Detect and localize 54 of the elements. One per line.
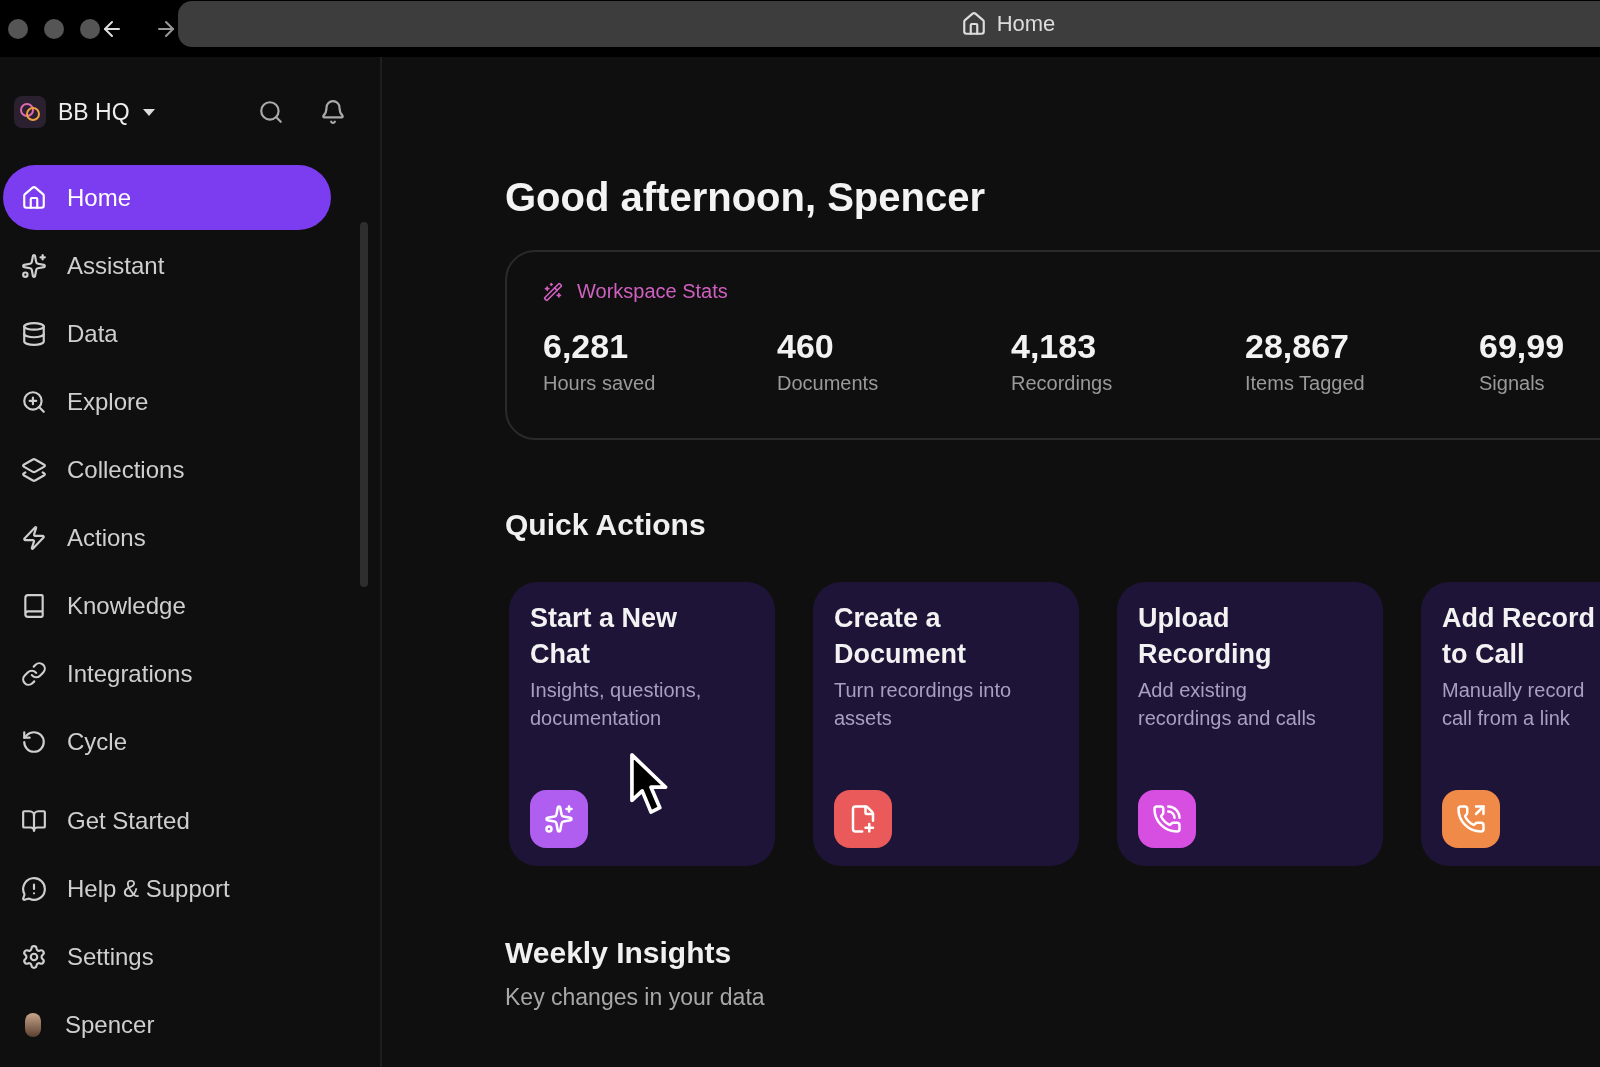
card-description: Add existing recordings and calls bbox=[1138, 678, 1316, 731]
sidebar-item[interactable]: Spencer bbox=[3, 992, 331, 1057]
section-title: Weekly Insights bbox=[505, 936, 733, 970]
settings-icon bbox=[21, 943, 47, 970]
stat-label: Items Tagged bbox=[1245, 372, 1366, 395]
wand-icon bbox=[543, 281, 563, 302]
stat-value: 28,867 bbox=[1245, 327, 1350, 366]
card-title: Start a New Chat bbox=[530, 602, 678, 671]
sidebar-item[interactable]: Settings bbox=[3, 924, 331, 989]
sidebar-item[interactable]: Actions bbox=[3, 505, 331, 570]
stat-value: 460 bbox=[777, 327, 835, 366]
card-description: Manually record call from a link bbox=[1442, 678, 1585, 731]
stat-value: 4,183 bbox=[1011, 327, 1098, 366]
avatar-icon bbox=[25, 1012, 41, 1037]
card-title: Create a Document bbox=[834, 602, 966, 671]
sidebar-item[interactable]: Collections bbox=[3, 437, 331, 502]
quick-action-card[interactable]: Add Record to Call Manually record call from a link bbox=[1421, 582, 1600, 866]
bell-icon[interactable] bbox=[320, 99, 346, 125]
card-title: Add Record to Call bbox=[1442, 602, 1595, 671]
quick-action-card[interactable]: Upload Recording Add existing recordings and calls bbox=[1117, 582, 1383, 866]
window-control[interactable] bbox=[44, 18, 64, 39]
sidebar-item[interactable]: Data bbox=[3, 301, 331, 366]
stat-label: Recordings bbox=[1011, 372, 1114, 395]
stat-label: Signals bbox=[1479, 372, 1546, 395]
stat-label: Documents bbox=[777, 372, 880, 395]
card-description: Turn recordings into assets bbox=[834, 678, 1012, 731]
home-icon bbox=[960, 10, 987, 37]
workspace-logo-icon bbox=[14, 96, 46, 128]
scrollbar[interactable] bbox=[360, 222, 368, 587]
stats-title: Workspace Stats bbox=[577, 280, 728, 303]
search-icon[interactable] bbox=[258, 99, 284, 125]
sidebar-item[interactable]: Home bbox=[3, 165, 331, 230]
home-icon bbox=[21, 184, 47, 211]
stat-value: 69,99 bbox=[1479, 327, 1566, 366]
sidebar-item[interactable]: Explore bbox=[3, 369, 331, 434]
stat-value: 6,281 bbox=[543, 327, 630, 366]
workspace-name[interactable]: BB HQ bbox=[58, 98, 130, 126]
window-control[interactable] bbox=[8, 18, 28, 39]
section-subtitle: Key changes in your data bbox=[505, 984, 766, 1011]
sidebar-item[interactable]: Cycle bbox=[3, 709, 331, 774]
sidebar-item[interactable]: Knowledge bbox=[3, 573, 331, 638]
sidebar-item[interactable]: Assistant bbox=[3, 233, 331, 298]
sidebar-item[interactable]: Get Started bbox=[3, 788, 331, 853]
quick-action-card[interactable]: Start a New Chat Insights, questions, documentation bbox=[509, 582, 775, 866]
stat-label: Hours saved bbox=[543, 372, 657, 395]
quick-action-card[interactable]: Create a Document Turn recordings into assets bbox=[813, 582, 1079, 866]
greeting: Good afternoon, Spencer bbox=[505, 175, 987, 220]
address-bar[interactable]: Home bbox=[178, 0, 1600, 47]
section-title: Quick Actions bbox=[505, 508, 707, 542]
sidebar-item[interactable]: Help & Support bbox=[3, 856, 331, 921]
card-description: Insights, questions, documentation bbox=[530, 678, 702, 731]
card-title: Upload Recording bbox=[1138, 602, 1272, 671]
caret-icon[interactable] bbox=[141, 107, 156, 117]
sidebar-item[interactable]: Integrations bbox=[3, 641, 331, 706]
